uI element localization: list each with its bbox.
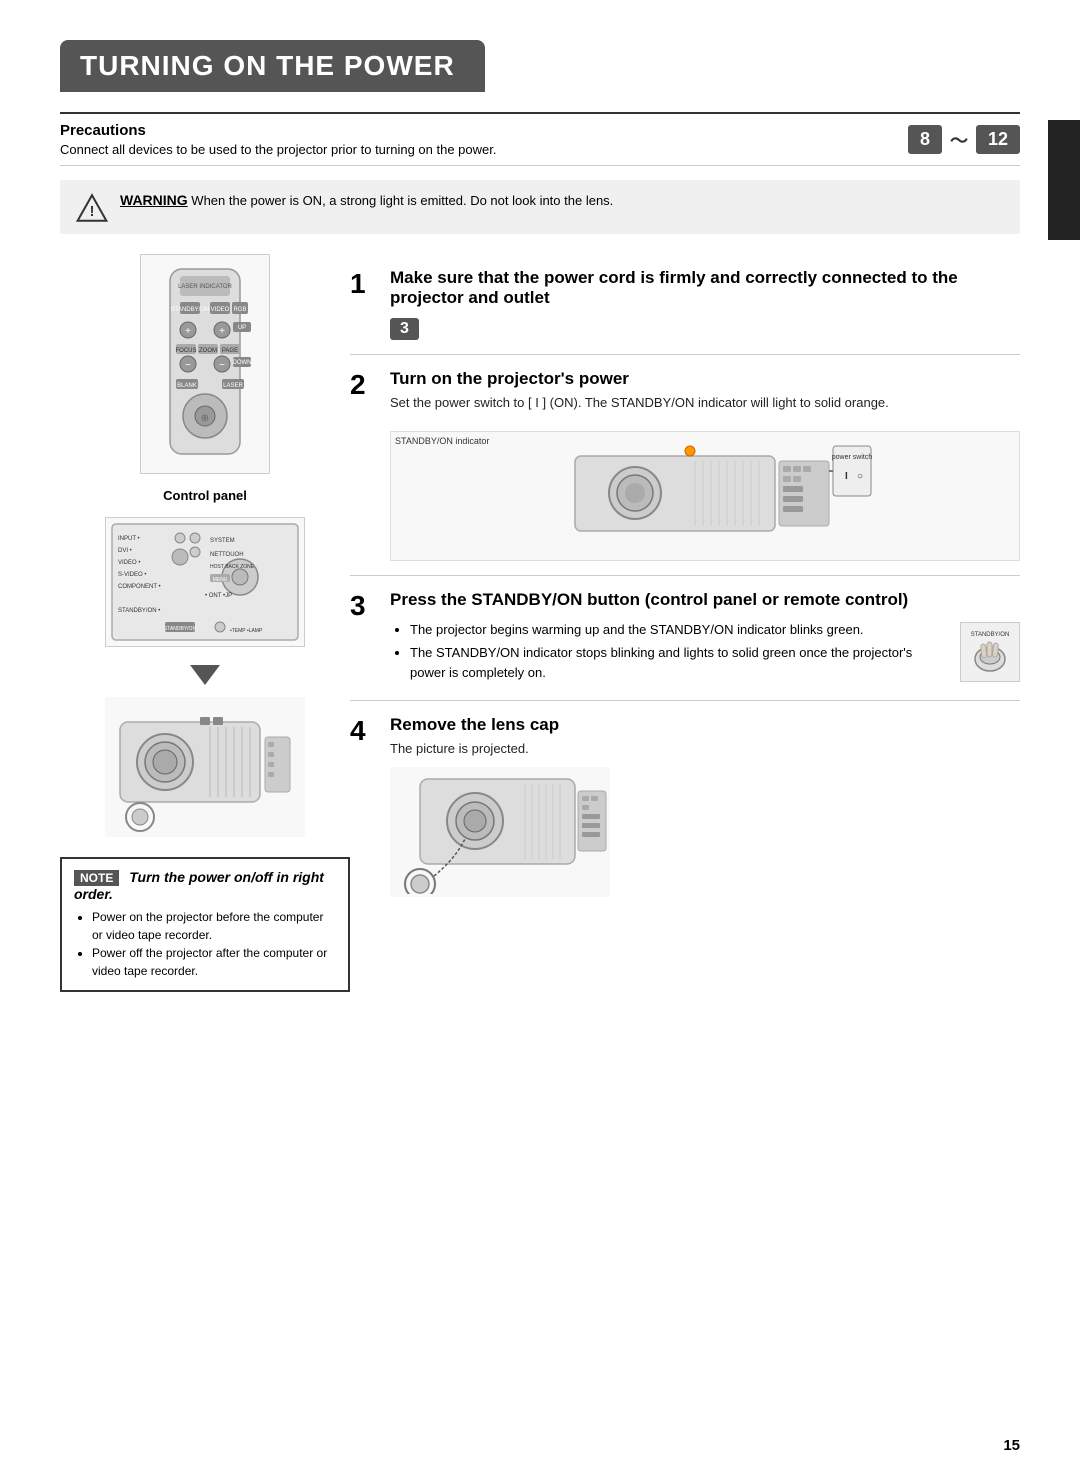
step-4-title: Remove the lens cap [390, 715, 1020, 735]
svg-text:INPUT •: INPUT • [118, 536, 140, 542]
svg-text:COMPONENT •: COMPONENT • [118, 584, 161, 590]
note-box: NOTE Turn the power on/off in right orde… [60, 857, 350, 992]
page-title: TURNING ON THE POWER [80, 50, 455, 82]
svg-text:ZOOM: ZOOM [199, 348, 217, 354]
step-2-section: 2 Turn on the projector's power Set the … [350, 355, 1020, 576]
step-3-number: 3 [350, 592, 378, 687]
svg-text:⊕: ⊕ [201, 413, 209, 424]
svg-text:SYSTEM: SYSTEM [210, 538, 235, 544]
step-3-bullet-1: The projector begins warming up and the … [410, 620, 950, 640]
left-column: LASER INDICATOR STANDBY/ON VIDEO RGB + +… [60, 254, 350, 992]
svg-text:VIDEO: VIDEO [211, 307, 230, 313]
svg-text:DOWN: DOWN [233, 360, 252, 366]
svg-text:+: + [185, 326, 191, 337]
svg-text:!: ! [90, 204, 95, 220]
right-column: 1 Make sure that the power cord is firml… [350, 254, 1020, 992]
svg-text:BLANK: BLANK [177, 383, 197, 389]
svg-text:PAGE: PAGE [222, 348, 238, 354]
step-1-content: Make sure that the power cord is firmly … [390, 268, 1020, 340]
step-4-content: Remove the lens cap The picture is proje… [390, 715, 1020, 897]
svg-text:S-VIDEO •: S-VIDEO • [118, 572, 146, 578]
svg-text:+: + [219, 326, 225, 337]
projector-small-illustration [105, 697, 305, 837]
step-2-diagram-box: STANDBY/ON indicator [390, 431, 1020, 561]
svg-text:DVI •: DVI • [118, 548, 132, 554]
main-content: LASER INDICATOR STANDBY/ON VIDEO RGB + +… [60, 254, 1020, 992]
page-range-tilde: ～ [950, 127, 968, 153]
step-2-desc: Set the power switch to [ I ] (ON). The … [390, 393, 1020, 413]
step-2-content: Turn on the projector's power Set the po… [390, 369, 1020, 561]
arrow-down-icon [185, 657, 225, 687]
precautions-label: Precautions [60, 122, 888, 139]
precautions-section: Precautions Connect all devices to be us… [60, 112, 1020, 166]
svg-text:power switch: power switch [832, 454, 873, 461]
step-1-number: 1 [350, 270, 378, 340]
warning-box: ! WARNING When the power is ON, a strong… [60, 180, 1020, 234]
svg-text:−: − [219, 360, 225, 371]
note-label: NOTE [74, 870, 119, 886]
svg-text:FOCUS: FOCUS [176, 348, 197, 354]
note-header: NOTE Turn the power on/off in right orde… [74, 869, 336, 902]
svg-text:STANDBY/ON •: STANDBY/ON • [118, 608, 160, 614]
page-title-bar: TURNING ON THE POWER [60, 40, 485, 92]
svg-text:LASER: LASER [223, 383, 243, 389]
svg-text:NETTOUOH: NETTOUOH [210, 552, 244, 558]
svg-text:•TEMP •LAMP: •TEMP •LAMP [230, 628, 263, 634]
svg-text:RGB: RGB [233, 307, 246, 313]
step-4-number: 4 [350, 717, 378, 897]
page-container: TURNING ON THE POWER Precautions Connect… [0, 0, 1080, 1484]
step-3-body: The projector begins warming up and the … [390, 614, 1020, 687]
warning-label: WARNING [120, 192, 188, 208]
svg-text:STANDBY/ON: STANDBY/ON [164, 626, 197, 632]
step-1-ref: 3 [390, 318, 419, 340]
svg-text:STANDBY/ON: STANDBY/ON [970, 632, 1009, 638]
control-panel-label: Control panel [163, 488, 247, 503]
page-range-end: 12 [976, 125, 1020, 154]
svg-text:HOST BACK ZONE: HOST BACK ZONE [210, 564, 255, 570]
step-3-section: 3 Press the STANDBY/ON button (control p… [350, 576, 1020, 702]
note-bullet-2: Power off the projector after the comput… [92, 944, 336, 980]
svg-text:−: − [185, 360, 191, 371]
step-4-diagram [390, 767, 610, 897]
page-number: 15 [1003, 1437, 1020, 1454]
warning-icon: ! [76, 192, 108, 224]
step-3-bullets: The projector begins warming up and the … [394, 620, 950, 687]
standby-indicator-label: STANDBY/ON indicator [395, 436, 489, 446]
note-bullet-1: Power on the projector before the comput… [92, 908, 336, 944]
step-4-desc: The picture is projected. [390, 739, 1020, 759]
step-3-bullet-2: The STANDBY/ON indicator stops blinking … [410, 643, 950, 682]
step-2-projector-area: STANDBY/ON indicator [390, 423, 1020, 561]
svg-text:I: I [845, 471, 848, 482]
svg-text:○: ○ [857, 471, 863, 482]
step-3-content: Press the STANDBY/ON button (control pan… [390, 590, 1020, 687]
svg-text:• ONT •JP: • ONT •JP [205, 593, 232, 599]
step-2-title: Turn on the projector's power [390, 369, 1020, 389]
svg-text:UP: UP [238, 325, 246, 331]
precautions-left: Precautions Connect all devices to be us… [60, 122, 888, 157]
svg-text:LASER INDICATOR: LASER INDICATOR [178, 284, 232, 290]
remote-control-illustration: LASER INDICATOR STANDBY/ON VIDEO RGB + +… [140, 254, 270, 474]
step-3-title: Press the STANDBY/ON button (control pan… [390, 590, 1020, 610]
control-panel-illustration: INPUT • DVI • VIDEO • S-VIDEO • COMPONEN… [105, 517, 305, 647]
warning-body: When the power is ON, a strong light is … [191, 193, 613, 208]
svg-text:VIDEO •: VIDEO • [118, 560, 140, 566]
precautions-text: Connect all devices to be used to the pr… [60, 142, 888, 157]
step-1-section: 1 Make sure that the power cord is firml… [350, 254, 1020, 355]
standby-on-button-illustration: STANDBY/ON [960, 622, 1020, 682]
chapter-tab [1048, 120, 1080, 240]
svg-text:STANDBY/ON: STANDBY/ON [171, 307, 210, 313]
step-4-section: 4 Remove the lens cap The picture is pro… [350, 701, 1020, 911]
page-range-start: 8 [908, 125, 942, 154]
note-bullets-list: Power on the projector before the comput… [78, 908, 336, 980]
svg-text:MENU: MENU [213, 577, 228, 583]
step-2-number: 2 [350, 371, 378, 561]
step-2-diagram: STANDBY/ON indicator [390, 423, 1020, 561]
page-range-badge: 8 ～ 12 [908, 125, 1020, 154]
warning-text: WARNING When the power is ON, a strong l… [120, 190, 613, 211]
step-1-title: Make sure that the power cord is firmly … [390, 268, 1020, 308]
